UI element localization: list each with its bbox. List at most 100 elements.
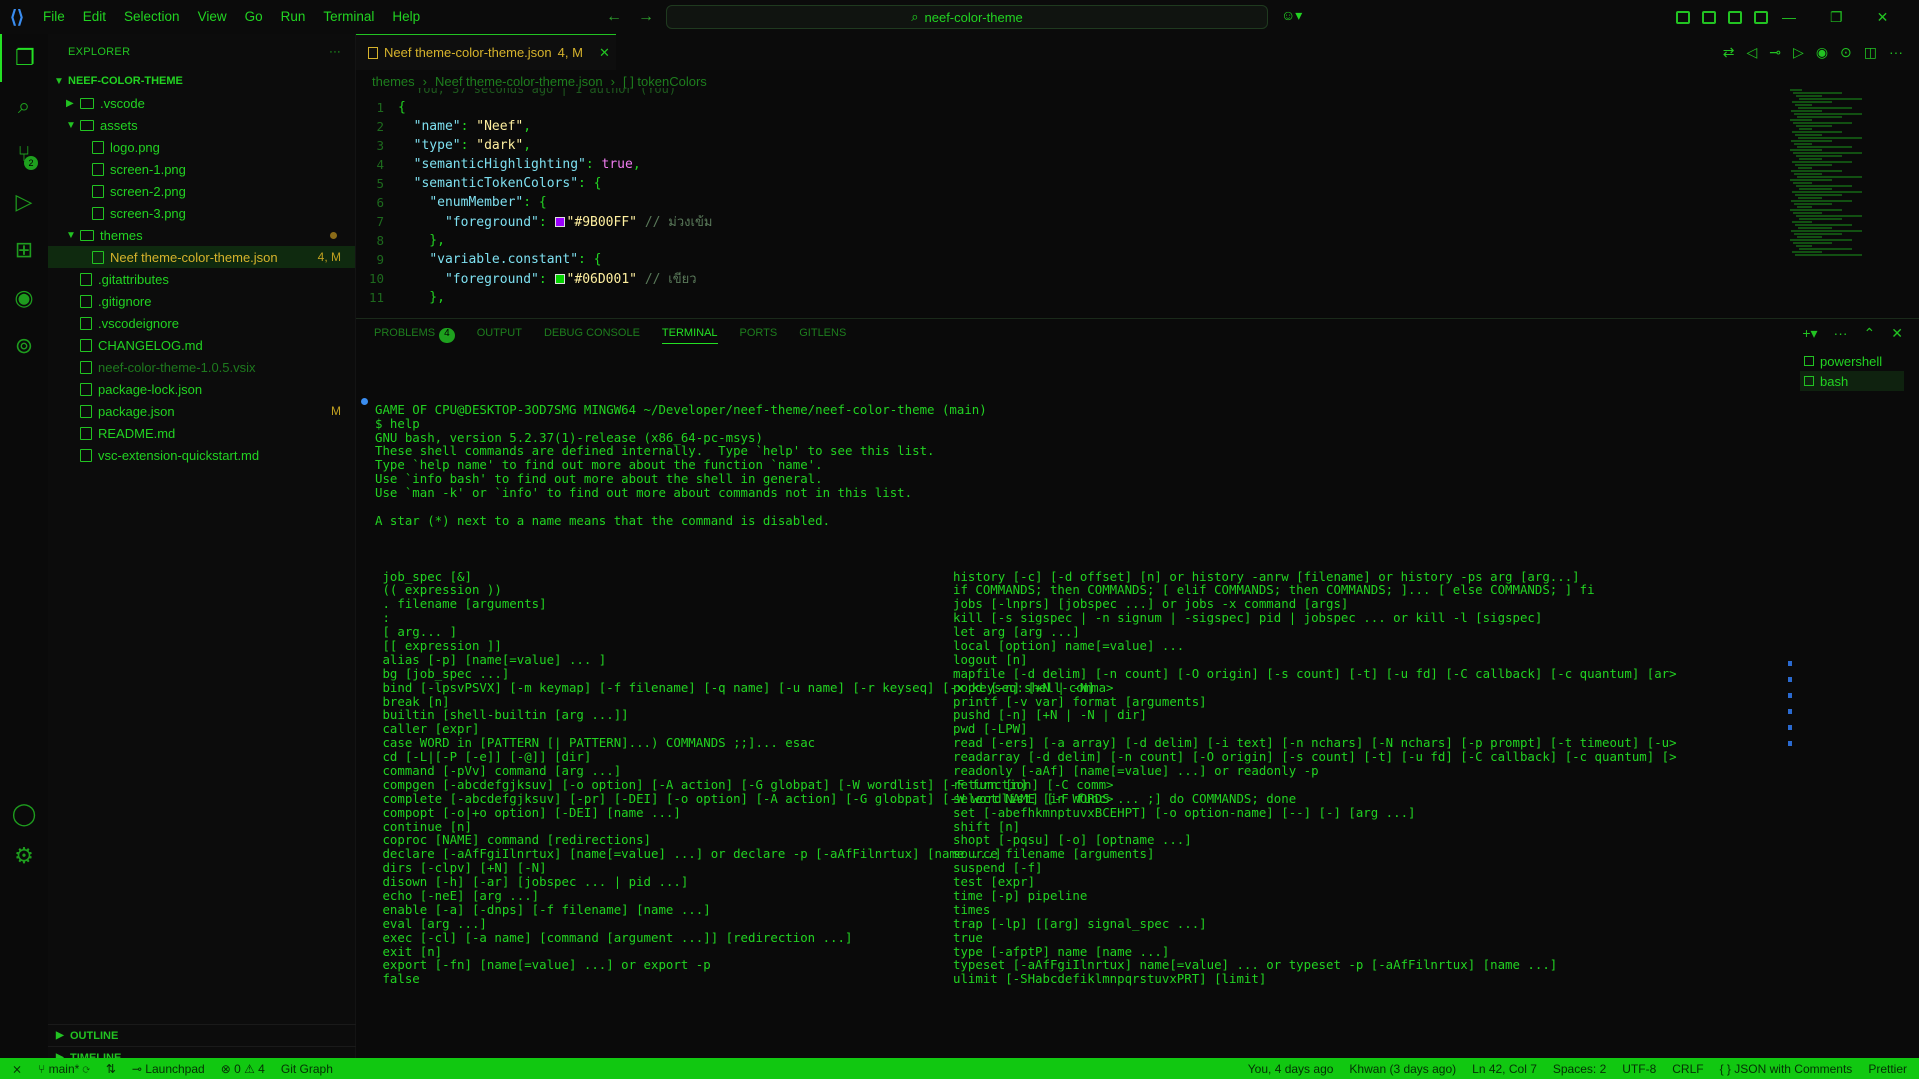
menu-item-run[interactable]: Run — [272, 0, 315, 34]
menu-item-help[interactable]: Help — [383, 0, 429, 34]
workspace-root[interactable]: ▼ NEEF-COLOR-THEME — [48, 70, 355, 92]
terminal-item-bash[interactable]: bash — [1800, 371, 1904, 391]
git-history-back-icon[interactable]: ◁ — [1747, 44, 1758, 61]
file-item[interactable]: vsc-extension-quickstart.md — [48, 444, 355, 466]
file-item[interactable]: README.md — [48, 422, 355, 444]
branch-status[interactable]: ⑂ main* ⟳ — [38, 1062, 90, 1076]
explorer-icon[interactable]: ❐ — [0, 34, 48, 82]
tab-debug-console[interactable]: DEBUG CONSOLE — [544, 327, 640, 344]
toggle-inline-blame-icon[interactable]: ⊙ — [1840, 44, 1852, 61]
forward-arrow-icon[interactable]: → — [638, 8, 654, 26]
account-icon[interactable]: ◯ — [0, 790, 48, 838]
close-panel-icon[interactable]: ✕ — [1891, 325, 1903, 342]
file-item[interactable]: logo.png — [48, 136, 355, 158]
file-item[interactable]: screen-2.png — [48, 180, 355, 202]
gitlens-inspect-icon[interactable]: ◉ — [1816, 44, 1828, 61]
file-item[interactable]: CHANGELOG.md — [48, 334, 355, 356]
tab-neef-theme-json[interactable]: Neef theme-color-theme.json 4, M ✕ — [356, 34, 616, 70]
tab-terminal[interactable]: TERMINAL — [661, 327, 718, 344]
file-item[interactable]: Neef theme-color-theme.json 4, M — [48, 246, 355, 268]
terminal-line: if COMMANDS; then COMMANDS; [ elif COMMA… — [953, 582, 1595, 598]
tab-ports[interactable]: PORTS — [740, 327, 778, 344]
file-item[interactable]: screen-1.png — [48, 158, 355, 180]
settings-gear-icon[interactable]: ⚙ — [0, 832, 48, 880]
activity-bar: ❐ ⌕ ⑂ 2 ▷ ⊞ ◉ ⊚ ◯ ⚙ — [0, 34, 48, 1058]
folder-item[interactable]: ▼ themes — [48, 224, 355, 246]
tab-problems[interactable]: PROBLEMS 4 — [374, 327, 455, 344]
folder-item[interactable]: ▼ assets — [48, 114, 355, 136]
menu-item-terminal[interactable]: Terminal — [314, 0, 383, 34]
file-item[interactable]: .gitattributes — [48, 268, 355, 290]
compare-changes-icon[interactable]: ⇄ — [1723, 44, 1735, 61]
run-debug-icon[interactable]: ▷ — [0, 178, 48, 226]
git-history-forward-icon[interactable]: ▷ — [1793, 44, 1804, 61]
file-item[interactable]: screen-3.png — [48, 202, 355, 224]
toggle-panel-icon[interactable] — [1728, 10, 1742, 24]
maximize-panel-icon[interactable]: ⌃ — [1864, 325, 1876, 342]
code-editor[interactable]: You, 37 seconds ago | 1 author (You) 1{2… — [356, 88, 1776, 316]
terminal-output[interactable]: GAME OF CPU@DESKTOP-3OD7SMG MINGW64 ~/De… — [375, 375, 1795, 1055]
back-arrow-icon[interactable]: ← — [606, 8, 622, 26]
tab-gitlens[interactable]: GITLENS — [799, 327, 846, 344]
minimap[interactable] — [1790, 88, 1890, 316]
workspace-root-label: NEEF-COLOR-THEME — [68, 75, 183, 87]
terminal-item-powershell[interactable]: powershell — [1800, 351, 1904, 371]
color-swatch-icon[interactable] — [554, 274, 565, 284]
minimize-icon[interactable]: — — [1782, 9, 1796, 25]
close-tab-icon[interactable]: ✕ — [599, 45, 610, 61]
toggle-secondary-sidebar-icon[interactable] — [1754, 10, 1768, 24]
menu-item-selection[interactable]: Selection — [115, 0, 189, 34]
git-status-badge: 4, M — [317, 250, 341, 264]
file-item[interactable]: .gitignore — [48, 290, 355, 312]
remote-explorer-icon[interactable]: ⊚ — [0, 322, 48, 370]
git-commit-icon[interactable]: ⊸ — [1769, 44, 1781, 61]
extensions-icon[interactable]: ⊞ — [0, 226, 48, 274]
remote-icon[interactable]: ⨯ — [12, 1062, 22, 1076]
search-view-icon[interactable]: ⌕ — [0, 82, 48, 130]
status-item[interactable]: Spaces: 2 — [1553, 1062, 1606, 1076]
editor-more-icon[interactable]: ··· — [1889, 44, 1903, 61]
status-item[interactable]: Prettier — [1868, 1062, 1907, 1076]
toggle-sidebar-icon[interactable] — [1702, 10, 1716, 24]
menu-item-view[interactable]: View — [189, 0, 236, 34]
tab-output[interactable]: OUTPUT — [477, 327, 522, 344]
file-item[interactable]: package.json M — [48, 400, 355, 422]
menu-item-edit[interactable]: Edit — [74, 0, 115, 34]
breadcrumb-item[interactable]: [ ] tokenColors — [623, 74, 707, 89]
panel-more-icon[interactable]: ··· — [1834, 325, 1848, 342]
more-actions-icon[interactable]: ··· — [329, 46, 341, 58]
status-item[interactable]: Ln 42, Col 7 — [1472, 1062, 1537, 1076]
status-item[interactable]: Khwan (3 days ago) — [1349, 1062, 1456, 1076]
status-item[interactable]: { } JSON with Comments — [1720, 1062, 1853, 1076]
file-item[interactable]: neef-color-theme-1.0.5.vsix — [48, 356, 355, 378]
command-center-search[interactable]: ⌕ neef-color-theme — [666, 5, 1268, 29]
sync-icon[interactable]: ⇅ — [106, 1062, 116, 1076]
breadcrumb-item[interactable]: Neef theme-color-theme.json — [435, 74, 603, 89]
breadcrumb-item[interactable]: themes — [372, 74, 415, 89]
source-control-icon[interactable]: ⑂ 2 — [0, 130, 48, 178]
file-item[interactable]: package-lock.json — [48, 378, 355, 400]
folder-item[interactable]: ▶ .vscode — [48, 92, 355, 114]
restore-icon[interactable]: ❐ — [1830, 9, 1843, 26]
new-terminal-icon[interactable]: +▾ — [1802, 325, 1817, 342]
outline-section[interactable]: ▶ OUTLINE — [48, 1024, 356, 1046]
gitlens-icon[interactable]: ◉ — [0, 274, 48, 322]
color-swatch-icon[interactable] — [554, 217, 565, 227]
terminal-right-column: history [-c] [-d offset] [n] or history … — [953, 569, 1677, 987]
git-graph-status[interactable]: Git Graph — [281, 1062, 333, 1076]
copilot-icon[interactable]: ☺▾ — [1281, 7, 1302, 24]
file-icon — [92, 206, 104, 220]
launchpad-status[interactable]: ⊸ Launchpad — [132, 1062, 205, 1076]
close-window-icon[interactable]: ✕ — [1877, 9, 1889, 26]
customize-layout-icon[interactable] — [1676, 10, 1690, 24]
status-item[interactable]: You, 4 days ago — [1248, 1062, 1334, 1076]
tree-item-label: screen-3.png — [110, 205, 186, 221]
menu-item-file[interactable]: File — [34, 0, 74, 34]
split-editor-icon[interactable]: ◫ — [1864, 44, 1877, 61]
menu-item-go[interactable]: Go — [236, 0, 272, 34]
status-item[interactable]: UTF-8 — [1622, 1062, 1656, 1076]
tree-item-label: README.md — [98, 425, 176, 441]
status-item[interactable]: CRLF — [1672, 1062, 1703, 1076]
problems-status[interactable]: ⊗ 0 ⚠ 4 — [221, 1062, 265, 1076]
file-item[interactable]: .vscodeignore — [48, 312, 355, 334]
